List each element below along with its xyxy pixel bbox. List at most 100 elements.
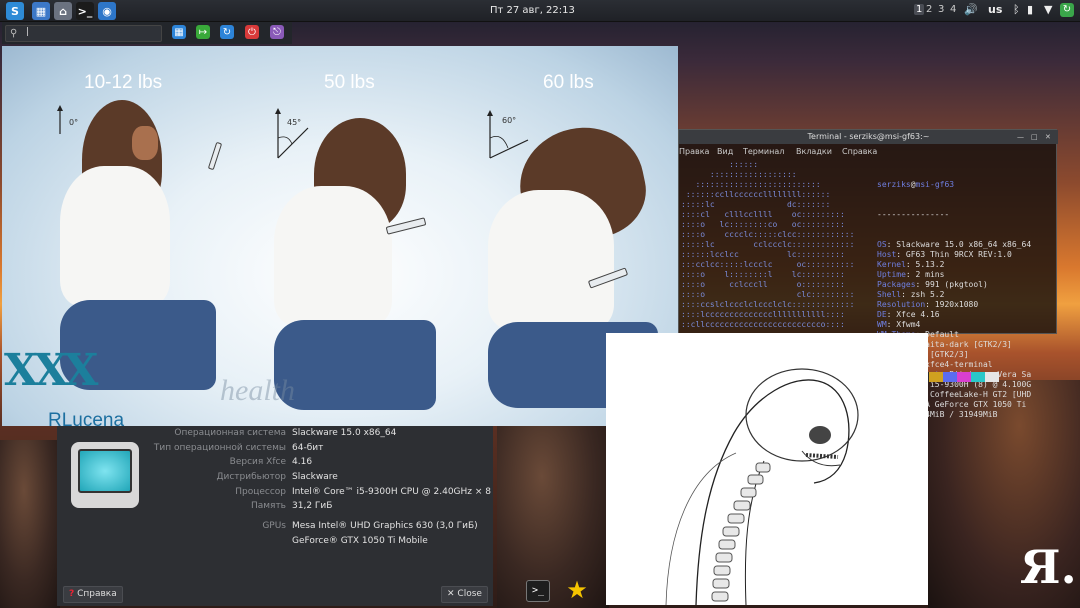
wallpaper-rock-center <box>497 420 609 608</box>
color-swatch <box>971 372 985 382</box>
health-watermark: health <box>220 374 295 407</box>
about-row-label: Процессор <box>235 487 286 497</box>
about-row: GeForce® GTX 1050 Ti Mobile <box>57 536 493 550</box>
angle-label-0: 0° <box>69 118 79 127</box>
neofetch-info-row: OS: Slackware 15.0 x86_64 x86_64 <box>877 240 1032 249</box>
neofetch-info-row: Shell: zsh 5.2 <box>877 290 945 299</box>
angle-indicator-45 <box>275 108 309 159</box>
angle-label-45: 45° <box>287 118 302 127</box>
color-swatch <box>957 372 971 382</box>
about-row-value: GeForce® GTX 1050 Ti Mobile <box>292 535 428 546</box>
terminal-title[interactable]: Terminal - serziks@msi-gf63:~ <box>679 130 1058 144</box>
weight-label-1: 10-12 lbs <box>84 72 163 93</box>
about-row: Операционная система Slackware 15.0 x86_6… <box>57 428 493 442</box>
menu-help[interactable]: Справка <box>842 147 877 156</box>
search-input[interactable]: ⚲ | <box>5 25 162 42</box>
neofetch-info-row: Packages: 991 (pkgtool) <box>877 280 988 289</box>
workspace-2[interactable]: 2 <box>926 4 932 15</box>
terminal-window: Terminal - serziks@msi-gf63:~ — □ ✕ Прав… <box>678 129 1058 419</box>
close-window-icon[interactable]: ✕ <box>1045 133 1053 141</box>
restart-icon[interactable]: ↻ <box>220 25 234 39</box>
terminal-icon[interactable]: >_ <box>76 2 94 20</box>
about-row-label: GPUs <box>262 521 286 531</box>
about-row-label: Память <box>250 500 286 511</box>
workspace-1[interactable]: 1 <box>914 4 925 15</box>
panel-clock[interactable]: Пт 27 авг, 22:13 <box>490 5 575 16</box>
browser-icon[interactable]: ◉ <box>98 2 116 20</box>
battery-icon[interactable]: ▮ <box>1027 3 1033 16</box>
search-icon: ⚲ <box>10 28 18 39</box>
about-row-value: Slackware <box>292 471 338 482</box>
maximize-icon[interactable]: □ <box>1031 133 1039 141</box>
dock-favorite-star-icon[interactable]: ★ <box>565 578 589 602</box>
angle-label-60: 60° <box>502 116 517 125</box>
neofetch-info-row: Resolution: 1920x1080 <box>877 300 979 309</box>
menu-terminal[interactable]: Терминал <box>743 147 784 156</box>
dock-terminal-icon[interactable]: >_ <box>526 580 550 602</box>
brand-watermark: Я. <box>1020 540 1077 594</box>
help-button-label: Справка <box>77 589 117 599</box>
about-row-value: Slackware 15.0 x86_64 <box>292 428 397 438</box>
dna-logo-icon: ΧΧΧ <box>4 345 98 396</box>
workspace-4[interactable]: 4 <box>950 4 956 15</box>
neofetch-host: msi-gf63 <box>915 180 955 189</box>
wifi-icon[interactable]: ▼ <box>1044 3 1052 16</box>
weight-label-2: 50 lbs <box>324 72 375 93</box>
help-button[interactable]: ? Справка <box>63 586 123 603</box>
about-row-label: Дистрибьютор <box>216 471 286 482</box>
close-button-label: Close <box>457 589 482 599</box>
neofetch-user: serziks <box>877 180 911 189</box>
neofetch-info-row: Kernel: 5.13.2 <box>877 260 945 269</box>
about-row-value: Intel® Core™ i5-9300H CPU @ 2.40GHz × 8 <box>292 487 491 497</box>
about-row: Память 31,2 ГиБ <box>57 501 493 515</box>
app-menu-icon[interactable]: ▦ <box>32 2 50 20</box>
skull-spine-drawing <box>606 333 928 606</box>
color-swatch <box>929 372 943 382</box>
lock-screen-icon[interactable]: ▦ <box>172 25 186 39</box>
switch-user-icon[interactable]: ↦ <box>196 25 210 39</box>
menu-view[interactable]: Вид <box>717 147 733 156</box>
about-row: GPUs Mesa Intel® UHD Graphics 630 (3,0 Ги… <box>57 521 493 535</box>
about-row: Дистрибьютор Slackware <box>57 472 493 486</box>
neofetch-separator: --------------- <box>877 210 950 219</box>
about-row: Процессор Intel® Core™ i5-9300H CPU @ 2.4… <box>57 487 493 501</box>
help-icon: ? <box>69 589 75 599</box>
neofetch-info-row: Host: GF63 Thin 9RCX REV:1.0 <box>877 250 1012 259</box>
about-row: Тип операционной системы 64-бит <box>57 443 493 457</box>
home-folder-icon[interactable]: ⌂ <box>54 2 72 20</box>
about-row: Версия Xfce 4.16 <box>57 457 493 471</box>
about-row-label: Операционная система <box>174 428 286 438</box>
workspace-3[interactable]: 3 <box>938 4 944 15</box>
top-panel: S ▦ ⌂ >_ ◉ Пт 27 авг, 22:13 1234 🔊 us ᛒ ▮ ▼ … <box>0 0 1080 22</box>
terminal-menubar: Правка Вид Терминал Вкладки Справка <box>679 145 1058 158</box>
update-icon[interactable]: ↻ <box>1060 3 1074 17</box>
posture-image: 10-12 lbs 50 lbs 60 lbs 0° 45° 60° healt… <box>2 46 678 426</box>
about-row-value: 4.16 <box>292 457 313 467</box>
menu-edit[interactable]: Правка <box>679 147 709 156</box>
color-swatch <box>943 372 957 382</box>
bluetooth-icon[interactable]: ᛒ <box>1013 3 1020 16</box>
volume-icon[interactable]: 🔊 <box>964 3 978 16</box>
search-caret: | <box>26 27 30 37</box>
power-off-icon[interactable]: ⏻ <box>245 25 259 39</box>
about-row-value: 31,2 ГиБ <box>292 500 333 511</box>
about-system-window: Операционная система Slackware 15.0 x86_6… <box>57 426 493 606</box>
color-swatch <box>985 372 999 382</box>
logout-icon[interactable]: ⎋ <box>270 25 284 39</box>
weight-label-3: 60 lbs <box>543 72 594 93</box>
about-row-value: Mesa Intel® UHD Graphics 630 (3,0 ГиБ) <box>292 521 478 531</box>
neofetch-info-row: DE: Xfce 4.16 <box>877 310 940 319</box>
neofetch-info-row: WM: Xfwm4 <box>877 320 921 329</box>
about-row-label: Версия Xfce <box>229 457 286 467</box>
close-icon: ✕ <box>447 589 455 599</box>
about-row-value: 64-бит <box>292 442 324 453</box>
menu-tabs[interactable]: Вкладки <box>796 147 832 156</box>
neofetch-info-row: Uptime: 2 mins <box>877 270 945 279</box>
minimize-icon[interactable]: — <box>1017 133 1025 141</box>
close-button[interactable]: ✕ Close <box>441 586 488 603</box>
skype-icon[interactable]: S <box>6 2 24 20</box>
about-row-label: Тип операционной системы <box>153 442 286 453</box>
keyboard-layout[interactable]: us <box>988 3 1002 16</box>
slackware-ascii-logo: :::::: :::::::::::::::::: ::::::::::::::… <box>681 160 855 329</box>
wallpaper-rock-left <box>0 440 60 608</box>
